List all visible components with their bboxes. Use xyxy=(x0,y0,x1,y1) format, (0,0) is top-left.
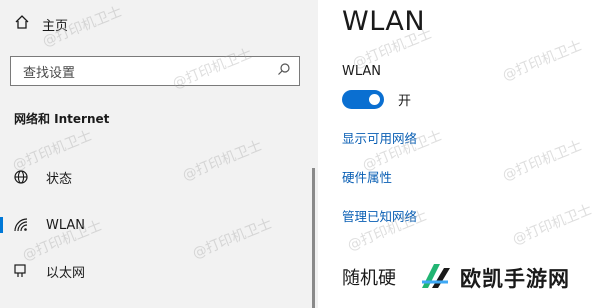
wlan-toggle-row: 开 xyxy=(342,90,411,109)
page-title: WLAN xyxy=(342,6,426,37)
manage-known-networks-link[interactable]: 管理已知网络 xyxy=(342,206,417,225)
section-label: 网络和 Internet xyxy=(14,112,110,126)
sidebar-item-wlan[interactable]: WLAN xyxy=(0,208,318,242)
home-label: 主页 xyxy=(42,18,69,34)
search-placeholder: 查找设置 xyxy=(23,65,76,81)
home-nav-item[interactable]: 主页 xyxy=(14,12,68,36)
ethernet-icon xyxy=(12,262,30,280)
sidebar-item-label: 以太网 xyxy=(46,265,86,281)
show-available-networks-link[interactable]: 显示可用网络 xyxy=(342,128,417,147)
brand-logo: 欧凯手游网 xyxy=(418,260,570,296)
brand-text: 欧凯手游网 xyxy=(460,267,570,291)
search-settings-input[interactable]: 查找设置 xyxy=(10,56,300,86)
wlan-toggle-label: WLAN xyxy=(342,64,382,79)
hardware-properties-link[interactable]: 硬件属性 xyxy=(342,167,392,186)
sidebar-item-status[interactable]: 状态 xyxy=(0,160,318,194)
settings-sidebar: 主页 查找设置 网络和 Internet 状态 WLAN 以太网 xyxy=(0,0,318,308)
random-hardware-heading: 随机硬 xyxy=(342,268,396,289)
search-icon[interactable] xyxy=(277,62,291,80)
sidebar-item-ethernet[interactable]: 以太网 xyxy=(0,254,318,288)
globe-icon xyxy=(12,168,30,186)
wifi-icon xyxy=(12,216,30,234)
sidebar-scrollbar[interactable] xyxy=(312,168,315,308)
sidebar-item-label: 状态 xyxy=(46,171,73,187)
sidebar-item-label: WLAN xyxy=(46,217,86,233)
wlan-toggle[interactable] xyxy=(342,90,384,109)
home-icon xyxy=(14,14,30,34)
brand-logo-icon xyxy=(418,260,454,296)
toggle-state-label: 开 xyxy=(398,94,412,109)
toggle-knob xyxy=(369,94,380,105)
